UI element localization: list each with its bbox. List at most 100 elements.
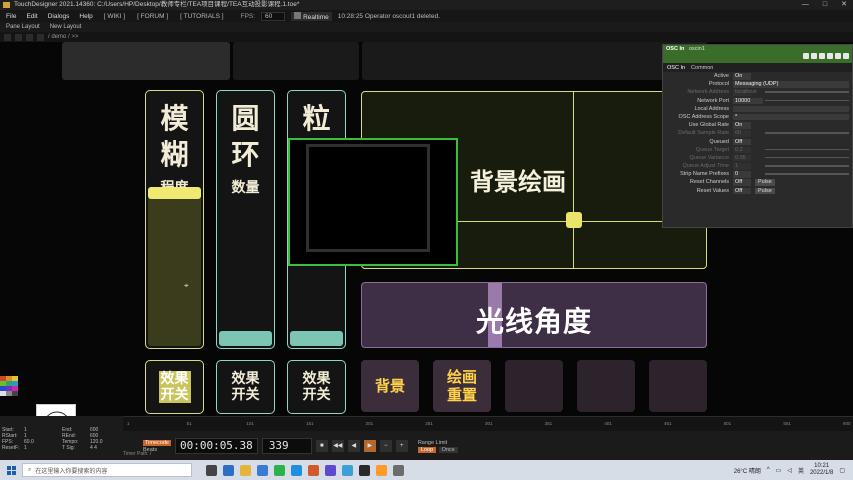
weather-status[interactable]: 26°C 晴朗: [734, 466, 761, 475]
empty-button[interactable]: [649, 360, 707, 412]
minimize-button[interactable]: —: [802, 0, 809, 10]
light-angle-slider[interactable]: 光线角度: [361, 282, 707, 348]
app-icon[interactable]: [325, 464, 336, 476]
rewind-button[interactable]: ◀◀: [331, 440, 344, 452]
parameter-panel[interactable]: OSC In oscin1 OSC In Common Active On Prot…: [662, 44, 853, 228]
parameter-value[interactable]: Off: [733, 179, 751, 186]
pulse-button[interactable]: Pulse: [755, 187, 775, 195]
parameter-value[interactable]: [733, 105, 849, 113]
menu-dialogs[interactable]: Dialogs: [46, 13, 72, 20]
up-icon[interactable]: [37, 33, 44, 41]
menu-help[interactable]: Help: [77, 13, 94, 20]
effect-toggle-3[interactable]: 效果 开关: [287, 360, 346, 414]
parameter-value[interactable]: 10000: [733, 97, 763, 105]
edge-icon[interactable]: [223, 464, 234, 476]
add-button[interactable]: +: [395, 440, 408, 452]
pulse-button[interactable]: Pulse: [755, 179, 775, 186]
parameter-value[interactable]: 0.05: [733, 154, 751, 162]
taskbar-search[interactable]: ⌕ 在这里输入你要搜索的内容: [22, 463, 192, 477]
info-icon[interactable]: [811, 53, 817, 59]
app-icon[interactable]: [376, 464, 387, 476]
app-icon[interactable]: [393, 464, 404, 476]
timecode-display[interactable]: 00:00:05.38: [174, 438, 258, 454]
blur-slider-handle[interactable]: [148, 187, 201, 199]
reset-drawing-button[interactable]: 绘画 重置: [433, 360, 491, 412]
effect-toggle-2[interactable]: 效果 开关: [216, 360, 275, 414]
empty-button[interactable]: [505, 360, 563, 412]
parameter-slider[interactable]: [765, 156, 849, 159]
forward-icon[interactable]: [15, 33, 22, 41]
new-layout-button[interactable]: New Layout: [50, 24, 82, 30]
parameter-slider[interactable]: [765, 165, 849, 167]
parameter-slider[interactable]: [765, 148, 849, 151]
blur-slider[interactable]: 模 糊 程度 ⌖: [145, 90, 204, 349]
forum-link[interactable]: [ FORUM ]: [134, 13, 171, 20]
timer-path[interactable]: Timer Path: /: [123, 451, 151, 457]
parameter-slider[interactable]: [765, 173, 849, 175]
parameter-value[interactable]: localhost: [733, 89, 757, 96]
parameter-slider[interactable]: [765, 132, 849, 134]
help-icon[interactable]: [803, 53, 809, 59]
app-icon[interactable]: [291, 464, 302, 476]
network-icon[interactable]: ▭: [776, 467, 782, 474]
tutorials-link[interactable]: [ TUTORIALS ]: [177, 13, 226, 20]
realtime-toggle[interactable]: Realtime: [291, 11, 332, 21]
task-view-icon[interactable]: [206, 464, 217, 476]
add-icon[interactable]: [835, 53, 841, 59]
step-back-button[interactable]: ◀: [347, 440, 360, 452]
maximize-button[interactable]: □: [823, 0, 827, 10]
loop-button[interactable]: Loop: [417, 446, 437, 453]
parameter-value[interactable]: On: [733, 73, 751, 80]
pane-layout-button[interactable]: Pane Layout: [6, 24, 40, 30]
parameter-value[interactable]: Messaging (UDP): [733, 81, 849, 88]
operator-name[interactable]: oscin1: [689, 46, 705, 52]
parameter-value[interactable]: 0.2: [733, 146, 751, 154]
menu-file[interactable]: File: [4, 13, 18, 20]
parameter-value[interactable]: 1: [733, 163, 751, 170]
notification-icon[interactable]: ▢: [839, 467, 845, 474]
play-button[interactable]: ▶: [363, 440, 376, 452]
pad-handle[interactable]: [566, 212, 582, 228]
touchdesigner-icon[interactable]: [359, 464, 370, 476]
wiki-link[interactable]: [ WIKI ]: [101, 13, 128, 20]
comment-icon[interactable]: [827, 53, 833, 59]
wechat-icon[interactable]: [274, 464, 285, 476]
stop-button[interactable]: ■: [315, 440, 328, 452]
parameter-value[interactable]: On: [733, 122, 751, 129]
close-button[interactable]: ✕: [841, 0, 847, 10]
windows-start-icon[interactable]: [0, 460, 22, 480]
effect-toggle-1[interactable]: 效果 开关: [145, 360, 204, 414]
empty-button[interactable]: [577, 360, 635, 412]
ring-slider[interactable]: 圆 环 数量: [216, 90, 275, 349]
tray-arrow-icon[interactable]: ^: [767, 467, 770, 473]
back-icon[interactable]: [4, 33, 11, 41]
tab-common[interactable]: Common: [691, 65, 713, 71]
volume-icon[interactable]: ◁: [787, 467, 792, 474]
tab-osc-in[interactable]: OSC In: [667, 65, 685, 71]
taskbar-clock[interactable]: 10:21 2022/1/8: [810, 463, 833, 477]
parameter-slider[interactable]: [765, 91, 849, 93]
menu-edit[interactable]: Edit: [24, 13, 39, 20]
timeline-ruler[interactable]: 1 51 101 151 201 251 301 351 401 451 501 551 600: [123, 416, 853, 431]
timecode-unit[interactable]: Timecode: [143, 439, 171, 446]
app-icon[interactable]: [342, 464, 353, 476]
file-explorer-icon[interactable]: [240, 464, 251, 476]
step-forward-button[interactable]: −: [379, 440, 392, 452]
parameter-slider[interactable]: [765, 99, 849, 102]
once-button[interactable]: Once: [438, 446, 458, 453]
palette-swatch[interactable]: [12, 391, 18, 396]
realtime-checkbox[interactable]: [294, 11, 302, 19]
parameter-value[interactable]: 0: [733, 171, 751, 178]
parameter-value[interactable]: *: [733, 113, 849, 121]
tsig-value[interactable]: 4 4: [90, 445, 97, 452]
parameter-value[interactable]: Off: [733, 138, 751, 145]
viewer-preview[interactable]: [288, 138, 458, 266]
store-icon[interactable]: [257, 464, 268, 476]
parameter-value[interactable]: Off: [733, 187, 751, 195]
resetf-value[interactable]: 1: [24, 445, 27, 452]
app-icon[interactable]: [308, 464, 319, 476]
home-icon[interactable]: [26, 33, 33, 41]
gear-icon[interactable]: [843, 53, 849, 59]
parameter-value[interactable]: 60: [733, 130, 751, 137]
python-icon[interactable]: [819, 53, 825, 59]
